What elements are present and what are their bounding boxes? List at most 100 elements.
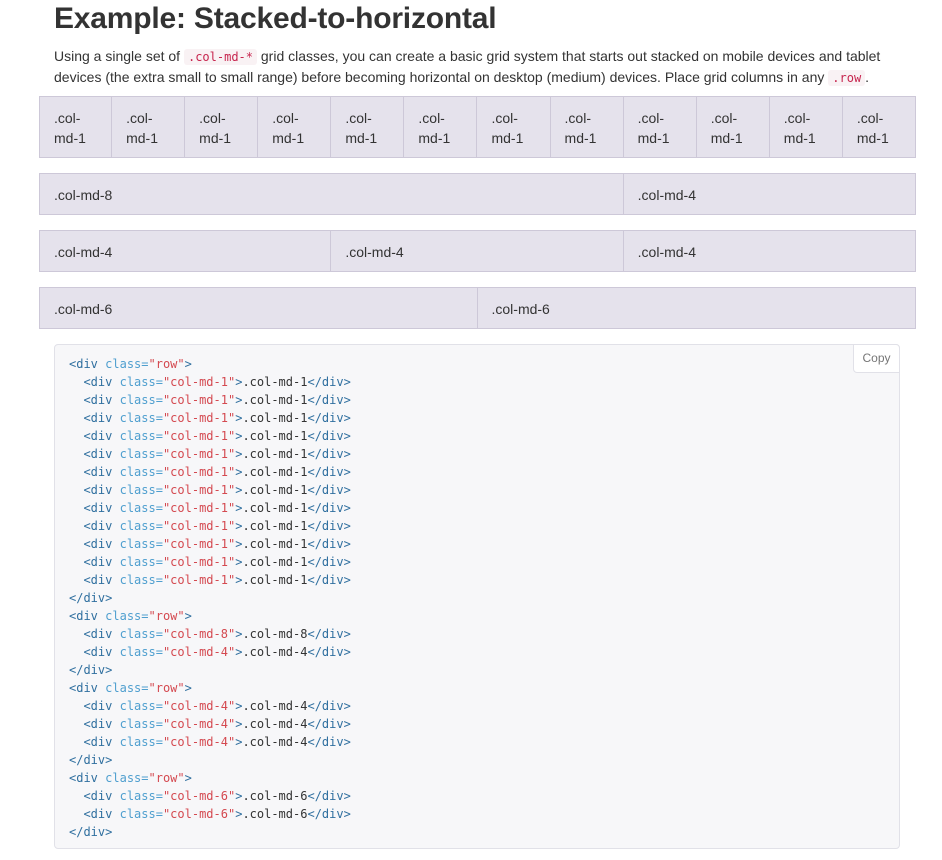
copy-button[interactable]: Copy — [853, 344, 900, 373]
inline-code-row: .row — [828, 70, 866, 86]
code-text: .col-md-4 — [242, 645, 308, 659]
code-attr: class= — [119, 501, 163, 515]
code-string: "col-md-1" — [162, 537, 236, 551]
code-tag: </div> — [307, 447, 351, 461]
code-text: .col-md-1 — [242, 519, 308, 533]
code-text: .col-md-1 — [242, 429, 308, 443]
code-attr: class= — [119, 375, 163, 389]
grid-column-cell: .col-md-4 — [622, 230, 916, 272]
code-attr: class= — [119, 699, 163, 713]
grid-column-cell: .col-md-1 — [39, 96, 113, 158]
grid-column-cell: .col-md-6 — [39, 287, 478, 329]
code-tag: <div — [83, 807, 113, 821]
grid-column-cell: .col-md-1 — [257, 96, 332, 158]
code-string: "col-md-8" — [162, 627, 236, 641]
code-line: </div> — [69, 751, 351, 769]
code-attr: class= — [119, 411, 163, 425]
code-line: <div class="col-md-1">.col-md-1</div> — [69, 391, 351, 409]
code-text: .col-md-1 — [242, 573, 308, 587]
code-line: <div class="col-md-6">.col-md-6</div> — [69, 805, 351, 823]
code-tag: <div — [83, 789, 113, 803]
code-string: "col-md-4" — [162, 717, 236, 731]
code-attr: class= — [105, 771, 149, 785]
code-tag: </div> — [307, 555, 351, 569]
code-tag: <div — [69, 357, 98, 371]
code-string: "col-md-1" — [162, 465, 236, 479]
code-string: "col-md-1" — [162, 447, 236, 461]
code-line: <div class="col-md-1">.col-md-1</div> — [69, 427, 350, 445]
code-tag: <div — [83, 447, 113, 461]
code-tag: </div> — [307, 393, 351, 407]
grid-column-cell: .col-md-1 — [841, 96, 916, 158]
code-line: <div class="row"> — [69, 607, 351, 625]
code-string: "col-md-6" — [162, 807, 236, 821]
code-attr: class= — [105, 681, 149, 695]
grid-column-cell: .col-md-1 — [768, 96, 843, 158]
code-line: <div class="col-md-6">.col-md-6</div> — [69, 787, 350, 805]
code-tag: </div> — [69, 591, 113, 605]
code-line: </div> — [69, 589, 351, 607]
code-string: "row" — [148, 609, 185, 623]
code-line: <div class="col-md-4">.col-md-4</div> — [69, 715, 350, 733]
code-line: <div class="col-md-4">.col-md-4</div> — [69, 697, 350, 715]
grid-column-cell: .col-md-1 — [111, 96, 186, 158]
code-tag: <div — [83, 393, 113, 407]
code-line: <div class="col-md-8">.col-md-8</div> — [69, 625, 350, 643]
code-string: "col-md-1" — [162, 429, 236, 443]
code-tag: <div — [83, 501, 113, 515]
code-string: "col-md-4" — [162, 735, 236, 749]
grid-row: .col-md-4 .col-md-4 .col-md-4 — [39, 230, 916, 272]
grid-column-cell: .col-md-1 — [184, 96, 259, 158]
code-attr: class= — [119, 627, 163, 641]
code-attr: class= — [119, 807, 163, 821]
grid-column-cell: .col-md-8 — [39, 173, 624, 215]
code-attr: class= — [119, 483, 163, 497]
code-line: <div class="col-md-1">.col-md-1</div> — [69, 481, 350, 499]
code-string: "col-md-1" — [162, 393, 236, 407]
code-tag: <div — [83, 519, 113, 533]
code-attr: class= — [119, 717, 163, 731]
code-attr: class= — [119, 465, 163, 479]
code-string: "row" — [148, 357, 185, 371]
code-attr: class= — [119, 573, 163, 587]
code-text: .col-md-4 — [242, 735, 308, 749]
code-tag: </div> — [307, 519, 351, 533]
code-tag: <div — [83, 465, 113, 479]
code-line: <div class="col-md-4">.col-md-4</div> — [69, 643, 350, 661]
grid-column-cell: .col-md-1 — [622, 96, 697, 158]
grid-column-cell: .col-md-4 — [330, 230, 624, 272]
code-tag: <div — [69, 609, 98, 623]
code-tag: <div — [83, 429, 113, 443]
code-tag: </div> — [307, 735, 351, 749]
grid-row: .col-md-8 .col-md-4 — [39, 173, 916, 215]
page: Example: Stacked-to-horizontal Using a s… — [0, 0, 942, 860]
code-string: "row" — [148, 681, 185, 695]
code-text: .col-md-1 — [242, 501, 308, 515]
code-tag: </div> — [307, 807, 351, 821]
code-attr: class= — [119, 789, 163, 803]
code-tag: <div — [83, 717, 113, 731]
code-tag: </div> — [69, 663, 113, 677]
code-line: <div class="col-md-1">.col-md-1</div> — [69, 553, 351, 571]
code-tag: <div — [69, 681, 98, 695]
code-attr: class= — [119, 555, 163, 569]
code-tag: > — [184, 357, 192, 371]
code-tag: <div — [83, 699, 113, 713]
code-string: "col-md-4" — [162, 699, 236, 713]
code-string: "col-md-1" — [162, 483, 236, 497]
code-text: .col-md-1 — [242, 447, 308, 461]
code-line: <div class="col-md-1">.col-md-1</div> — [69, 445, 351, 463]
grid-column-cell: .col-md-4 — [622, 173, 916, 215]
code-line: <div class="row"> — [69, 769, 351, 787]
code-tag: </div> — [69, 753, 113, 767]
code-text: .col-md-1 — [242, 411, 308, 425]
code-string: "col-md-4" — [162, 645, 236, 659]
code-attr: class= — [119, 429, 163, 443]
code-tag: </div> — [307, 537, 351, 551]
code-line: <div class="col-md-1">.col-md-1</div> — [69, 373, 350, 391]
code-attr: class= — [105, 357, 149, 371]
code-text: .col-md-6 — [242, 789, 308, 803]
code-tag: > — [184, 771, 192, 785]
grid-column-cell: .col-md-1 — [330, 96, 405, 158]
code-tag: <div — [83, 573, 113, 587]
